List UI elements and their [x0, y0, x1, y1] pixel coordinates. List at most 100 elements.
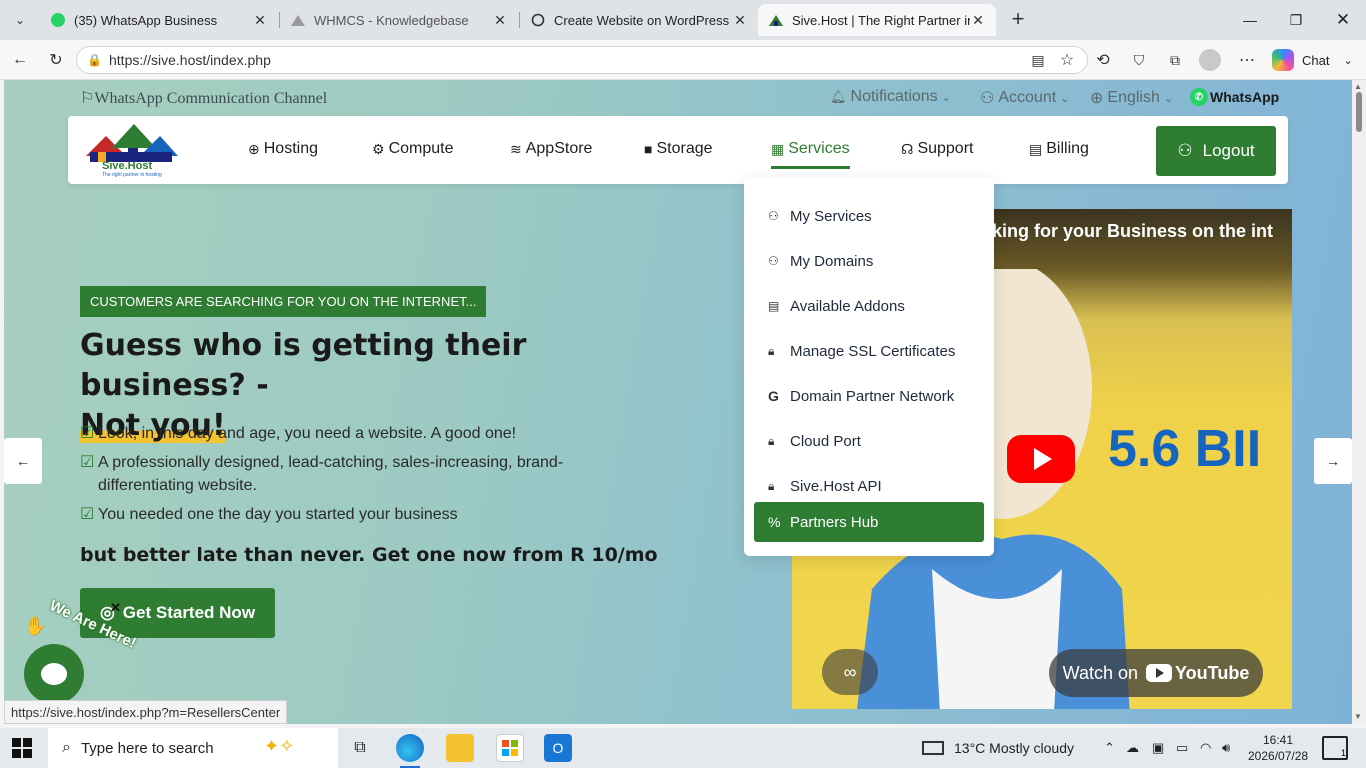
page-viewport: ⚐WhatsApp Communication Channel 🔔︎ Notifi… [4, 80, 1352, 724]
shield-icon[interactable]: ⛉ [1127, 48, 1151, 72]
notifications-menu[interactable]: 🔔︎ Notifications ⌄ [830, 88, 951, 106]
chevron-down-icon: ⌄ [1163, 92, 1174, 105]
search-icon: ⌕ [62, 739, 71, 756]
lock-icon: 🔒︎ [768, 478, 775, 493]
nav-support[interactable]: ☊ Support [901, 140, 973, 158]
watch-on-youtube-button[interactable]: Watch on YouTube [1049, 649, 1263, 697]
more-options-icon[interactable]: ⋯ [1235, 48, 1259, 72]
tab-actions-chevron-icon[interactable]: ⌄ [6, 6, 34, 34]
whatsapp-link[interactable]: ✆ WhatsApp [1190, 88, 1279, 106]
check-circle-icon: ☑ [80, 425, 95, 442]
language-menu[interactable]: ⊕ English ⌄ [1090, 88, 1173, 108]
refresh-icon[interactable]: ↻ [44, 48, 68, 72]
menu-item-my-services[interactable]: ⚇ My Services [754, 196, 984, 236]
tab-wordpress[interactable]: Create Website on WordPress ✕ [520, 4, 758, 36]
menu-item-my-domains[interactable]: ⚇ My Domains [754, 241, 984, 281]
openai-icon [530, 12, 546, 28]
account-menu[interactable]: ⚇ Account ⌄ [980, 88, 1069, 108]
menu-item-domain-partner-network[interactable]: G Domain Partner Network [754, 376, 984, 416]
user-icon: ⚇ [768, 209, 779, 223]
list-item: ☑ Look, in this day and age, you need a w… [80, 422, 600, 445]
reader-mode-icon[interactable]: ▤ [1026, 48, 1050, 72]
nav-appstore[interactable]: ≋ AppStore [510, 140, 592, 158]
globe-icon: ⊕ [1090, 90, 1104, 107]
tab-sivehost[interactable]: Sive.Host | The Right Partner in Ho ✕ [758, 4, 996, 36]
close-tab-icon[interactable]: ✕ [970, 12, 986, 29]
browser-toolbar: ← ↻ 🔒 https://sive.host/index.php ▤ ☆ ⟲ … [0, 40, 1366, 80]
youtube-play-icon[interactable] [1007, 435, 1075, 483]
wifi-icon[interactable]: ◠ [1200, 740, 1211, 756]
nav-billing[interactable]: ▤ Billing [1029, 140, 1089, 158]
meet-now-icon[interactable]: ▣ [1152, 740, 1164, 756]
lock-icon: 🔒︎ [768, 343, 775, 358]
weather-icon [922, 741, 944, 755]
search-highlights-icon[interactable]: ✦✧ [264, 736, 294, 757]
windows-start-icon[interactable] [12, 738, 32, 758]
profile-avatar[interactable] [1199, 49, 1221, 71]
logo-text: Sive.Host [102, 160, 153, 172]
taskbar-search-box[interactable]: ⌕ Type here to search [48, 728, 338, 768]
chevron-down-icon: ⌄ [1343, 54, 1353, 67]
nav-services[interactable]: ▦ Services [771, 140, 850, 169]
carousel-prev-arrow-icon[interactable]: ← [4, 438, 42, 484]
file-explorer-icon[interactable] [446, 734, 474, 762]
page-scrollbar[interactable]: ▲ ▼ [1352, 80, 1366, 724]
nav-hosting[interactable]: ⊕ Hosting [248, 140, 318, 158]
scroll-up-icon[interactable]: ▲ [1354, 82, 1362, 91]
tab-title: Create Website on WordPress [554, 12, 730, 28]
copy-link-icon[interactable]: ∞ [822, 649, 878, 695]
menu-item-manage-ssl[interactable]: 🔒︎ Manage SSL Certificates [754, 331, 984, 371]
scrollbar-thumb[interactable] [1356, 92, 1362, 132]
new-tab-plus-icon[interactable]: + [1006, 8, 1030, 32]
scroll-down-icon[interactable]: ▼ [1354, 712, 1362, 721]
outlook-icon[interactable]: O [544, 734, 572, 762]
hero-tagline: but better late than never. Get one now … [80, 544, 658, 566]
live-chat-button[interactable] [24, 644, 84, 704]
show-hidden-icons-chevron-icon[interactable]: ⌃ [1104, 740, 1115, 756]
history-icon[interactable]: ⟲ [1091, 48, 1115, 72]
volume-icon[interactable]: 🔊︎ [1222, 740, 1230, 756]
microsoft-store-icon[interactable] [496, 734, 524, 762]
close-tab-icon[interactable]: ✕ [732, 12, 748, 29]
sivehost-logo[interactable]: Sive.Host The right partner in hosting [84, 122, 178, 178]
carousel-next-arrow-icon[interactable]: → [1314, 438, 1352, 484]
close-tab-icon[interactable]: ✕ [252, 12, 268, 29]
favorite-star-icon[interactable]: ☆ [1055, 48, 1079, 72]
nav-compute[interactable]: ⚙ Compute [372, 140, 453, 158]
taskbar-clock[interactable]: 16:41 2026/07/28 [1248, 732, 1308, 764]
battery-icon[interactable]: ▭ [1176, 740, 1188, 756]
user-icon: ⚇ [1177, 141, 1193, 160]
notification-center-icon[interactable]: 1 [1322, 736, 1348, 760]
menu-item-sivehost-api[interactable]: 🔒︎ Sive.Host API [754, 466, 984, 506]
tab-whatsapp[interactable]: (35) WhatsApp Business ✕ [40, 4, 278, 36]
tab-title: (35) WhatsApp Business [74, 12, 218, 28]
lock-icon: 🔒 [87, 53, 102, 67]
edge-browser-icon[interactable] [396, 734, 424, 768]
menu-item-cloud-port[interactable]: 🔒︎ Cloud Port [754, 421, 984, 461]
nav-storage[interactable]: ■ Storage [644, 140, 713, 158]
whatsapp-channel-link[interactable]: ⚐WhatsApp Communication Channel [80, 88, 327, 108]
windows-taskbar: ⌕ Type here to search ✦✧ ⧉ O 13°C Mostly… [0, 728, 1366, 768]
list-item: ☑ A professionally designed, lead-catchin… [80, 451, 600, 497]
logout-button[interactable]: ⚇ Logout [1156, 126, 1276, 176]
extensions-icon[interactable]: ⧉ [1163, 48, 1187, 72]
address-bar[interactable]: 🔒 https://sive.host/index.php [76, 46, 1088, 74]
onedrive-icon[interactable]: ☁ [1126, 740, 1139, 756]
menu-item-available-addons[interactable]: ▤ Available Addons [754, 286, 984, 326]
maximize-icon[interactable]: ❐ [1284, 8, 1308, 32]
minimize-icon[interactable]: — [1238, 8, 1262, 32]
dismiss-close-icon[interactable]: ✕ [110, 600, 121, 616]
list-item: ☑ You needed one the day you started your… [80, 503, 600, 526]
bell-icon: 🔔︎ [830, 89, 847, 104]
task-view-icon[interactable]: ⧉ [346, 734, 374, 762]
weather-widget[interactable]: 13°C Mostly cloudy [922, 728, 1074, 768]
close-window-icon[interactable]: ✕ [1331, 8, 1355, 32]
tab-whmcs[interactable]: WHMCS - Knowledgebase ✕ [280, 4, 518, 36]
chevron-down-icon: ⌄ [1060, 92, 1070, 105]
copilot-chat-button[interactable]: Chat ⌄ [1272, 47, 1353, 73]
close-tab-icon[interactable]: ✕ [492, 12, 508, 29]
hero-badge: CUSTOMERS ARE SEARCHING FOR YOU ON THE I… [80, 286, 487, 317]
check-circle-icon: ☑ [80, 454, 95, 471]
back-arrow-icon[interactable]: ← [8, 48, 32, 72]
menu-item-partners-hub[interactable]: % Partners Hub [754, 502, 984, 542]
